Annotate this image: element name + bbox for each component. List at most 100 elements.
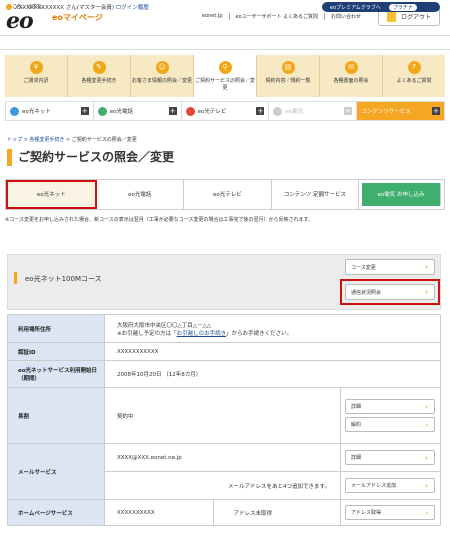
homepage-value: XXXXXXXXXX [104,499,214,526]
denki-icon [273,106,283,116]
service-tab-net[interactable]: eo光ネット + [6,102,94,120]
tab-eo-net[interactable]: eo光ネット [6,180,97,209]
long-discount-actions: 詳細 › 解約 › [340,387,441,444]
button-label: メールアドレス追加 [351,483,397,489]
service-label: eo光ネット [22,108,51,115]
net-icon [10,106,19,116]
service-detail-table: 利用場所住所 大阪府大阪市中央区〇〇△丁目△－△△ ※お引越し予定の方は「お引越し… [7,314,441,526]
chevron-right-icon: › [425,453,428,462]
chevron-right-icon: › [425,288,428,296]
mail-add-button[interactable]: メールアドレス追加 › [345,478,435,493]
document-icon: ▤ [281,61,295,74]
service-label: eo電気 [285,108,304,115]
header-link-contact[interactable]: お問い合わせ [324,13,367,20]
expand-icon[interactable]: + [168,107,177,115]
eo-logo[interactable]: eo [6,8,34,34]
main-nav: ¥ ご請求内訳 ✎ 各種変更手続き ☺ お客さま情報の照会／変更 ⚲ ご契約サービスの照… [5,55,445,97]
auth-id-header: 認証ID [7,342,105,361]
expand-icon: + [344,107,353,115]
address-header: 利用場所住所 [7,314,105,343]
nav-item-procedures[interactable]: ✎ 各種変更手続き [68,55,131,97]
nav-label: 各種書面の照会 [333,78,369,84]
table-row: 利用場所住所 大阪府大阪市中央区〇〇△丁目△－△△ ※お引越し予定の方は「お引越し… [7,314,441,343]
course-change-button[interactable]: コース変更 › [345,259,435,275]
tab-contents[interactable]: コンテンツ 定額サービス [272,180,360,209]
service-label: eo光テレビ [197,108,227,115]
course-change-label: コース変更 [351,264,376,271]
nav-item-faq[interactable]: ? よくあるご質問 [383,55,445,97]
long-cancel-button[interactable]: 解約 › [345,417,435,432]
nav-label: 各種変更手続き [81,78,117,84]
nav-item-billing[interactable]: ¥ ご請求内訳 [5,55,68,97]
nav-item-customer-info[interactable]: ☺ お客さま情報の照会／変更 [131,55,194,97]
login-history-link[interactable]: ログイン履歴 [116,5,149,11]
site-name[interactable]: eoマイページ [52,12,103,23]
long-discount-header: 長割 [7,387,105,444]
moving-link[interactable]: お引越しのお手続き [177,331,227,337]
tab-eo-tv[interactable]: eo光テレビ [184,180,272,209]
homepage-action-cell: アドレス取得 › [340,499,441,526]
chevron-right-icon: › [425,508,428,517]
service-tab-phone[interactable]: eo光電話 + [94,102,182,120]
table-row: eo光ネットサービス利用開始日（期間） 2008年10月20日 （12年8カ月） [7,360,441,388]
plan-accent [14,272,17,284]
address-value: 大阪府大阪市中央区〇〇△丁目△－△△ ※お引越し予定の方は「お引越しのお手続き」か… [104,314,441,343]
tv-icon [185,106,195,116]
comm-status-button[interactable]: 通信状況照会 › [345,284,435,300]
breadcrumb-top[interactable]: トップ [7,137,22,143]
service-tab-tv[interactable]: eo光テレビ + [182,102,270,120]
expand-icon[interactable]: + [80,107,89,115]
long-discount-value: 契約中 [104,387,341,444]
table-row: ホームページサービス XXXXXXXXXX アドレス未取得 アドレス取得 › [7,499,441,526]
member-name: XXXXXXXXXXXXX さん(マスター会員) [15,5,115,11]
breadcrumb-current: ご契約サービスの照会／変更 [71,137,137,143]
service-label: eo光電話 [109,108,134,115]
person-icon: ☺ [155,61,169,74]
address-text: 大阪府大阪市中央区〇〇△丁目△－△△ [117,322,211,329]
address-note-post: 」からお手続きください。 [226,330,293,337]
header-link-support[interactable]: eoユーザーサポート よくあるご質問 [228,13,325,20]
member-info: XXXXXXXXXXXXX さん(マスター会員) ログイン履歴 [15,3,149,11]
service-tab-contents[interactable]: コンテンツサービス + [357,102,444,120]
tab-eo-denki-apply[interactable]: eo電気 お申し込み [362,183,441,206]
question-icon: ? [407,61,421,74]
long-detail-button[interactable]: 詳細 › [345,399,435,414]
nav-item-contract[interactable]: ▤ 契約内容／規約一覧 [257,55,320,97]
chevron-right-icon: › [425,481,428,490]
start-date-value: 2008年10月20日 （12年8カ月） [104,360,441,388]
start-date-header: eo光ネットサービス利用開始日（期間） [7,360,105,388]
table-row: 長割 契約中 詳細 › 解約 › [7,387,441,444]
mail-detail-cell: 詳細 › [340,443,441,472]
nav-label: ご契約サービスの照会／変更 [194,78,255,91]
mail-add-note: メールアドレスをあと4つ追加できます。 [104,471,341,500]
premium-club-button[interactable]: eoプレミアムクラブへ プラチナ [322,2,440,12]
expand-icon[interactable]: + [431,107,440,115]
breadcrumb: トップ > 各種変更手続き > ご契約サービスの照会／変更 [7,137,137,143]
homepage-status: アドレス未取得 [212,499,342,526]
tab-eo-phone[interactable]: eo光電話 [97,180,185,209]
premium-rank-badge: プラチナ [388,3,417,11]
logout-icon [386,11,396,22]
search-icon: ⚲ [218,61,232,74]
expand-icon[interactable]: + [256,107,265,115]
mail-add-cell: メールアドレス追加 › [340,471,441,500]
comm-status-label: 通信状況照会 [351,289,382,296]
service-menu: eo光ネット + eo光電話 + eo光テレビ + eo電気 + コンテンツサービス + [5,101,445,121]
nav-label: よくあるご質問 [396,78,432,84]
chevron-right-icon: › [425,420,428,429]
button-label: 解約 [351,422,362,428]
mail-detail-button[interactable]: 詳細 › [345,450,435,465]
service-subtabs: eo光ネット eo光電話 eo光テレビ コンテンツ 定額サービス eo電気 お申… [5,179,445,210]
button-label: アドレス取得 [351,510,382,516]
title-accent [7,149,12,166]
plan-name: eo光ネット100Mコース [25,275,102,283]
nav-item-documents[interactable]: ✉ 各種書面の照会 [320,55,383,97]
breadcrumb-procedures[interactable]: 各種変更手続き [29,137,64,143]
header-link-eonet[interactable]: eonet.jp [196,13,229,20]
yen-icon: ¥ [29,61,43,74]
service-tab-denki: eo電気 + [269,102,358,120]
premium-label: eoプレミアムクラブへ [330,4,381,11]
homepage-get-address-button[interactable]: アドレス取得 › [345,505,435,520]
nav-item-services[interactable]: ⚲ ご契約サービスの照会／変更 [194,55,257,97]
pencil-icon: ✎ [92,61,106,74]
